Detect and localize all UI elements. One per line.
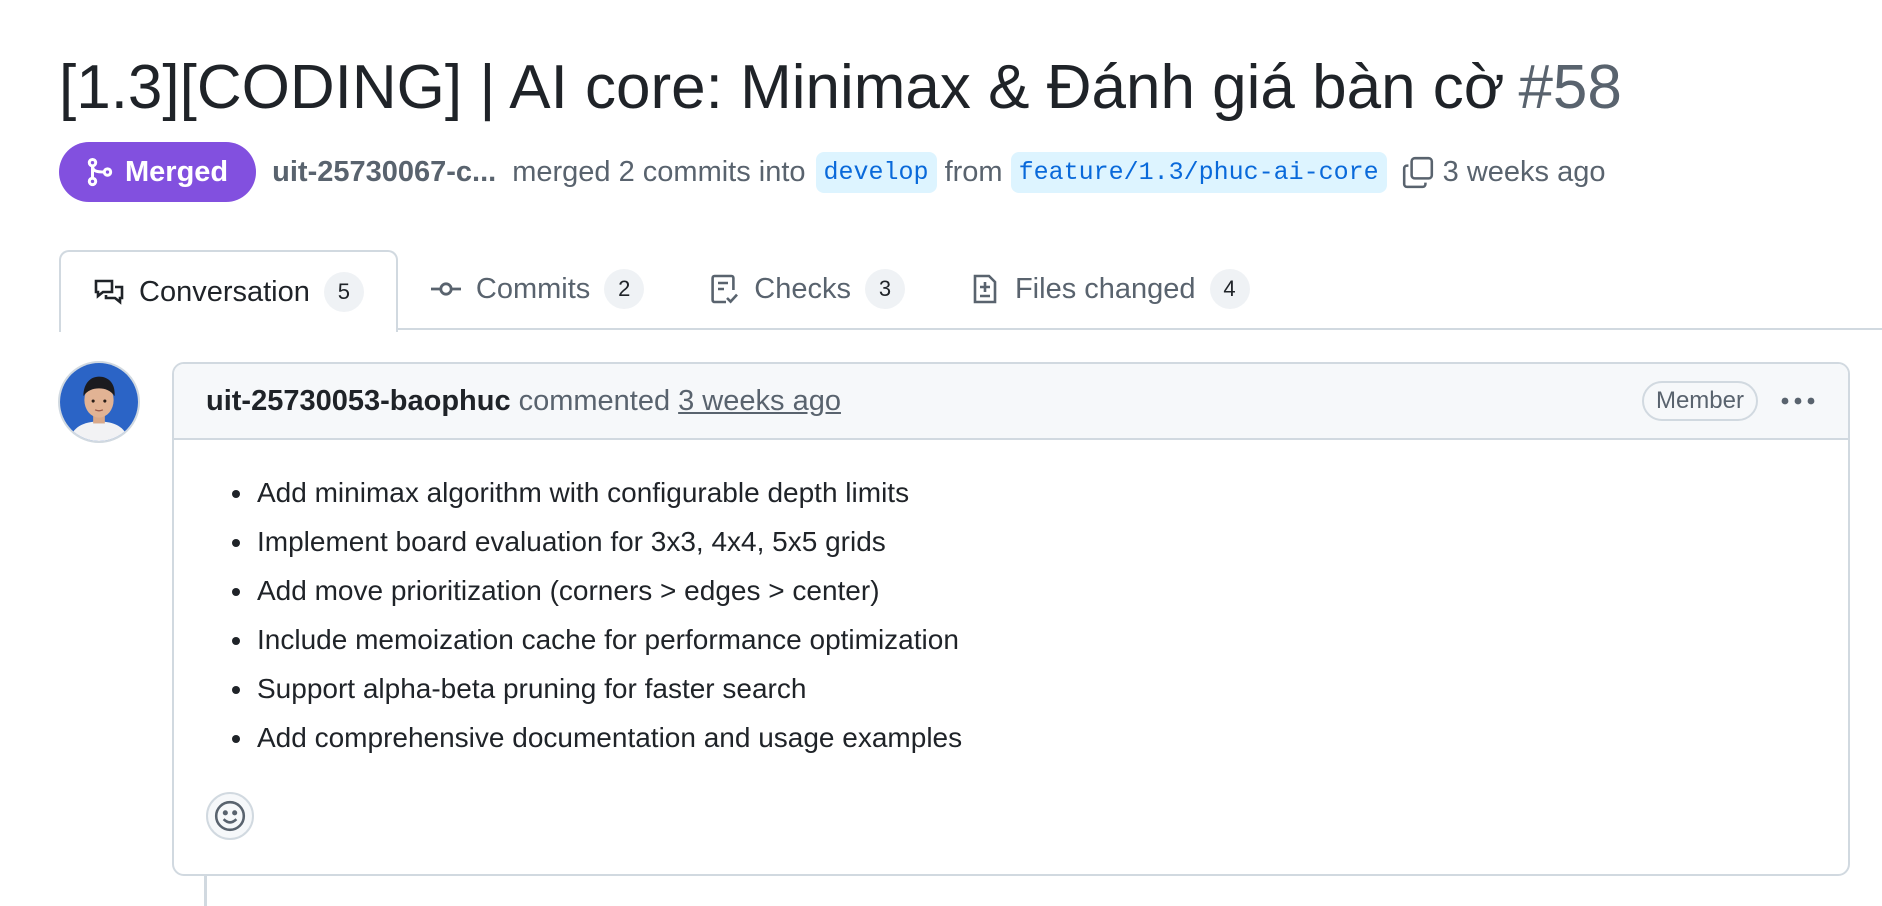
tab-commits-label: Commits xyxy=(475,272,591,305)
list-item: Support alpha-beta pruning for faster se… xyxy=(255,664,1848,713)
pr-number: #58 xyxy=(1518,53,1622,122)
base-branch[interactable]: develop xyxy=(815,151,937,193)
head-branch[interactable]: feature/1.3/phuc-ai-core xyxy=(1010,151,1387,193)
tab-files-changed-label: Files changed xyxy=(1014,272,1196,305)
kebab-horizontal-icon[interactable] xyxy=(1780,395,1816,407)
pr-title-text: [1.3][CODING] | AI core: Minimax & Đánh … xyxy=(59,53,1505,122)
comment-body-list: Add minimax algorithm with configurable … xyxy=(174,440,1848,762)
checklist-icon xyxy=(711,274,739,304)
from-text: from xyxy=(944,155,1003,188)
conversation-icon xyxy=(94,279,124,305)
author-link[interactable]: uit-25730067-c... xyxy=(272,156,496,189)
git-merge-icon xyxy=(87,157,113,187)
pr-tabs: Conversation 5 Commits 2 Checks 3 Files … xyxy=(59,250,1882,332)
member-badge: Member xyxy=(1641,381,1758,421)
list-item: Implement board evaluation for 3x3, 4x4,… xyxy=(255,517,1848,566)
comment-action: commented xyxy=(518,384,671,417)
pr-meta: Merged uit-25730067-c... merged 2 commit… xyxy=(59,141,1605,203)
tab-checks[interactable]: Checks 3 xyxy=(676,250,937,328)
list-item: Add move prioritization (corners > edges… xyxy=(255,566,1848,615)
tab-checks-label: Checks xyxy=(754,272,851,305)
copy-icon[interactable] xyxy=(1401,155,1435,189)
pr-title: [1.3][CODING] | AI core: Minimax & Đánh … xyxy=(59,48,1622,128)
merged-label: Merged xyxy=(125,155,229,188)
commit-icon xyxy=(430,282,461,296)
comment-author[interactable]: uit-25730053-baophuc xyxy=(206,385,511,418)
tab-conversation[interactable]: Conversation 5 xyxy=(59,250,398,332)
tab-checks-count: 3 xyxy=(864,269,905,309)
comment-time-link[interactable]: 3 weeks ago xyxy=(678,385,841,418)
tab-commits-count: 2 xyxy=(604,269,645,309)
list-item: Add minimax algorithm with configurable … xyxy=(255,468,1848,517)
tab-conversation-count: 5 xyxy=(323,272,364,312)
avatar[interactable] xyxy=(58,361,140,443)
avatar-image xyxy=(60,363,138,441)
tab-files-changed[interactable]: Files changed 4 xyxy=(937,250,1282,328)
add-reaction-button[interactable] xyxy=(206,792,254,840)
merged-text: merged 2 commits into xyxy=(512,155,806,188)
merged-status-badge: Merged xyxy=(59,142,257,202)
tab-commits[interactable]: Commits 2 xyxy=(398,250,676,328)
merged-time: 3 weeks ago xyxy=(1442,155,1606,188)
tab-files-changed-count: 4 xyxy=(1209,269,1250,309)
smiley-icon xyxy=(214,800,246,832)
file-diff-icon xyxy=(973,274,997,304)
comment-box: uit-25730053-baophuc commented 3 weeks a… xyxy=(172,362,1850,876)
list-item: Include memoization cache for performanc… xyxy=(255,615,1848,664)
timeline-line xyxy=(204,876,207,906)
tab-conversation-label: Conversation xyxy=(139,275,310,308)
list-item: Add comprehensive documentation and usag… xyxy=(255,713,1848,762)
comment-header: uit-25730053-baophuc commented 3 weeks a… xyxy=(174,364,1848,440)
